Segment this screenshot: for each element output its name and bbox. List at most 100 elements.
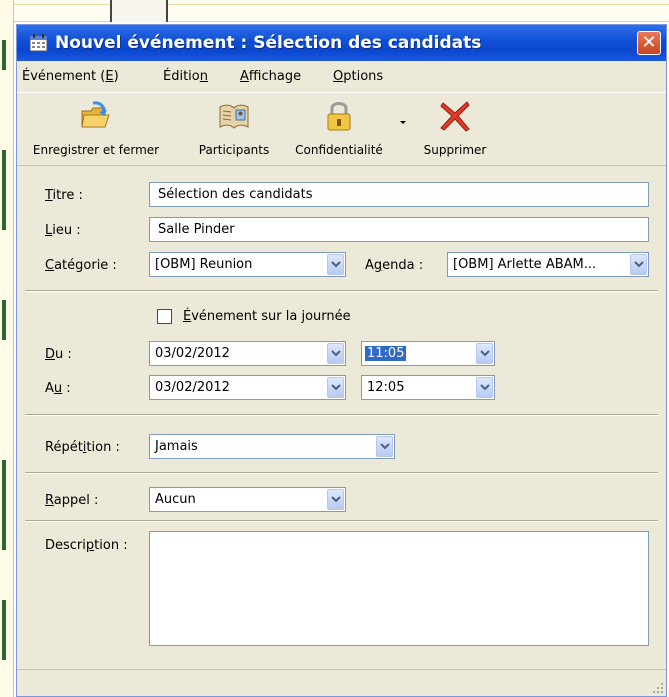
chevron-down-icon [380, 443, 390, 450]
label-text: Descri [45, 538, 86, 553]
all-day-label[interactable]: Événement sur la journée [183, 309, 351, 324]
menu-label: ptions [343, 69, 384, 84]
background-window-fragment [110, 0, 168, 22]
desktop-stripe [2, 150, 6, 230]
desktop-stripe [2, 600, 6, 660]
label-accelerator: g [373, 258, 383, 273]
event-form: Titre : Sélection des candidats Lieu : S… [17, 165, 666, 668]
folder-save-icon [81, 101, 110, 128]
close-button[interactable]: ✕ [637, 31, 661, 55]
label-accelerator: C [45, 258, 55, 273]
title-bar[interactable]: Nouvel événement : Sélection des candida… [17, 25, 666, 61]
reminder-label: Rappel : [45, 493, 98, 508]
chevron-down-icon [331, 350, 341, 357]
label-text: ieu : [52, 223, 81, 238]
from-time-dropdown-arrow[interactable] [476, 343, 493, 364]
desktop-stripe [2, 300, 6, 340]
desktop-stripe [2, 460, 6, 550]
resize-grip-icon[interactable] [652, 682, 664, 694]
from-time-select[interactable]: 11:05 [361, 341, 495, 366]
category-select[interactable]: [OBM] Reunion [149, 252, 346, 277]
label-text: itre : [52, 188, 83, 203]
description-textarea[interactable] [149, 531, 649, 646]
label-text: enda : [382, 258, 424, 273]
label-accelerator: R [45, 493, 54, 508]
reminder-select[interactable]: Aucun [149, 487, 346, 512]
menu-label: Événement ( [22, 69, 106, 84]
calendar-icon [29, 34, 48, 52]
category-label: Catégorie : [45, 258, 117, 273]
label-accelerator: D [45, 347, 56, 362]
separator [25, 414, 658, 416]
menu-accelerator: A [240, 69, 249, 84]
desktop-background-top [0, 0, 669, 22]
participants-button[interactable]: Participants [187, 97, 281, 163]
menu-accelerator: O [333, 69, 344, 84]
agenda-value: [OBM] Arlette ABAM... [453, 257, 597, 272]
from-date-value: 03/02/2012 [155, 346, 230, 361]
label-accelerator: u [53, 381, 63, 396]
address-book-icon [219, 104, 249, 129]
menu-accelerator: E [105, 69, 114, 84]
toolbar: Enregistrer et fermer Participants Confi… [17, 92, 666, 165]
reminder-dropdown-arrow[interactable] [327, 489, 344, 510]
to-date-dropdown-arrow[interactable] [327, 377, 344, 398]
label-text: appel : [53, 493, 99, 508]
from-date-dropdown-arrow[interactable] [327, 343, 344, 364]
menu-affichage[interactable]: Affichage [240, 69, 301, 84]
chevron-down-icon [331, 384, 341, 391]
menu-edition[interactable]: Édition [163, 69, 208, 84]
chevron-down-icon [480, 384, 490, 391]
chevron-down-icon [331, 496, 341, 503]
location-field[interactable]: Salle Pinder [149, 217, 649, 242]
all-day-checkbox[interactable] [157, 309, 172, 324]
privacy-button[interactable]: Confidentialité [283, 97, 395, 163]
chevron-down-icon [634, 261, 644, 268]
label-text: A [45, 381, 54, 396]
repeat-label: Répétition : [45, 440, 120, 455]
desktop-stripe [2, 40, 6, 70]
repeat-dropdown-arrow[interactable] [376, 436, 393, 457]
chevron-down-icon [331, 261, 341, 268]
to-label: Au : [45, 381, 71, 396]
privacy-label: Confidentialité [295, 143, 383, 157]
to-time-select[interactable]: 12:05 [361, 375, 495, 400]
menu-evenement[interactable]: Événement (E) [22, 69, 119, 84]
to-date-select[interactable]: 03/02/2012 [149, 375, 346, 400]
desktop-line [0, 4, 669, 5]
label-text: vénement sur la journée [191, 309, 351, 324]
menu-options[interactable]: Options [333, 69, 383, 84]
label-text: tion : [94, 538, 128, 553]
agenda-dropdown-arrow[interactable] [630, 254, 647, 275]
label-text: atégorie : [54, 258, 117, 273]
padlock-icon [327, 102, 351, 131]
save-and-close-label: Enregistrer et fermer [32, 143, 160, 157]
event-dialog: Nouvel événement : Sélection des candida… [16, 24, 667, 697]
to-time-dropdown-arrow[interactable] [476, 377, 493, 398]
save-and-close-button[interactable]: Enregistrer et fermer [11, 97, 181, 163]
from-time-value: 11:05 [365, 346, 407, 361]
privacy-dropdown-button[interactable] [395, 97, 413, 163]
separator [25, 472, 658, 474]
from-label: Du : [45, 347, 72, 362]
repeat-value: Jamais [155, 439, 198, 454]
menu-label: ) [113, 69, 119, 84]
agenda-label: Agenda : [365, 258, 423, 273]
menu-label: Éditio [163, 69, 200, 84]
title-label: Titre : [45, 188, 83, 203]
delete-button[interactable]: Supprimer [415, 97, 495, 163]
title-field[interactable]: Sélection des candidats [149, 182, 649, 207]
from-date-select[interactable]: 03/02/2012 [149, 341, 346, 366]
label-text: u : [55, 347, 72, 362]
repeat-select[interactable]: Jamais [149, 434, 395, 459]
participants-label: Participants [198, 143, 270, 157]
dropdown-arrow-icon [400, 121, 406, 124]
category-dropdown-arrow[interactable] [327, 254, 344, 275]
label-accelerator: p [85, 538, 95, 553]
separator [25, 520, 658, 522]
delete-label: Supprimer [423, 143, 487, 157]
reminder-value: Aucun [155, 492, 196, 507]
separator [25, 290, 658, 292]
agenda-select[interactable]: [OBM] Arlette ABAM... [447, 252, 649, 277]
description-label: Description : [45, 538, 128, 553]
